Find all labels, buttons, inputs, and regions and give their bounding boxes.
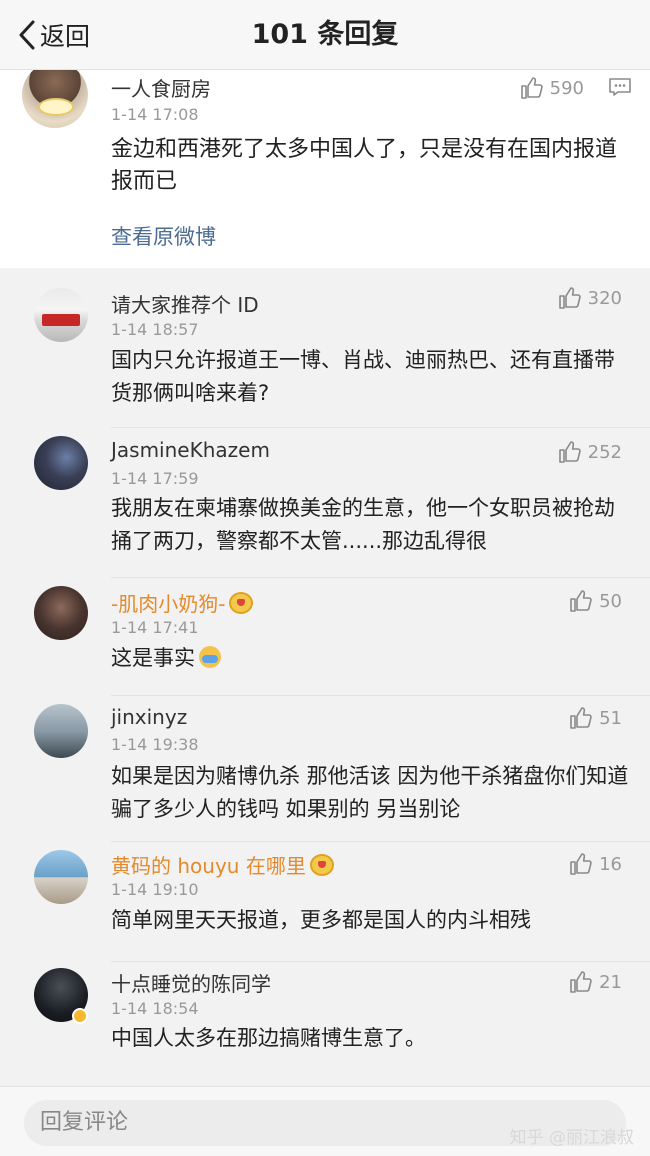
reply-text: 如果是因为赌博仇杀 那他活该 因为他干杀猪盘你们知道骗了多少人的钱吗 如果别的 … — [111, 764, 629, 821]
reply-text: 简单网里天天报道，更多都是国人的内斗相残 — [111, 908, 531, 932]
bottom-reply-bar: 回复评论 知乎 @丽江浪叔 — [0, 1086, 650, 1156]
thumbs-up-icon — [570, 853, 592, 875]
reply-text: 国内只允许报道王一博、肖战、迪丽热巴、还有直播带货那俩叫啥来着? — [111, 348, 615, 405]
timestamp: 1-14 18:57 — [111, 320, 199, 339]
timestamp: 1-14 17:08 — [111, 105, 199, 124]
like-count: 21 — [599, 971, 622, 993]
like-button[interactable]: 320 — [558, 286, 622, 310]
more-comment-icon — [609, 78, 631, 96]
timestamp: 1-14 17:41 — [111, 618, 199, 637]
timestamp: 1-14 18:54 — [111, 999, 199, 1018]
username-text: 黄码的 houyu 在哪里 — [111, 854, 306, 878]
reply-item: 请大家推荐个 ID 1-14 18:57 320 国内只允许报道王一博、肖战、迪… — [0, 278, 650, 428]
thumbs-up-icon — [570, 590, 592, 612]
page-title: 101 条回复 — [251, 19, 399, 50]
reply-item: 黄码的 houyu 在哪里 1-14 19:10 16 简单网里天天报道，更多都… — [0, 842, 650, 962]
reply-text-value: 这是事实 — [111, 646, 195, 670]
avatar[interactable] — [22, 70, 88, 128]
reply-item: 十点睡觉的陈同学 1-14 18:54 21 中国人太多在那边搞赌博生意了。 — [0, 962, 650, 1082]
thumbs-up-icon — [570, 971, 592, 993]
avatar[interactable] — [34, 586, 88, 640]
thumbs-up-icon — [558, 441, 581, 463]
verified-icon — [72, 1008, 88, 1024]
reply-item: JasmineKhazem 1-14 17:59 252 我朋友在柬埔寨做换美金… — [0, 428, 650, 578]
username[interactable]: -肌肉小奶狗- — [111, 588, 254, 617]
like-button[interactable]: 50 — [569, 589, 622, 613]
username[interactable]: JasmineKhazem — [111, 438, 270, 462]
avatar[interactable] — [34, 288, 88, 342]
timestamp: 1-14 19:38 — [111, 735, 199, 754]
like-button[interactable]: 51 — [569, 706, 622, 730]
top-nav-bar: 返回 101 条回复 — [0, 0, 650, 70]
like-count: 252 — [587, 441, 622, 463]
like-count: 50 — [599, 590, 622, 612]
thumbs-up-icon — [558, 287, 581, 309]
timestamp: 1-14 17:59 — [111, 469, 199, 488]
thumbs-up-icon — [570, 707, 592, 729]
like-count: 51 — [599, 707, 622, 729]
like-count: 590 — [549, 77, 584, 99]
emoji-icon — [199, 646, 221, 668]
comment-text: 金边和西港死了太多中国人了，只是没有在国内报道报而已 — [111, 137, 618, 194]
view-original-link[interactable]: 查看原微博 — [111, 221, 216, 251]
vip-badge-icon — [229, 592, 254, 614]
username-text: -肌肉小奶狗- — [111, 592, 226, 616]
vip-badge-icon — [309, 854, 334, 876]
like-button[interactable]: 16 — [569, 852, 622, 876]
username[interactable]: jinxinyz — [111, 705, 187, 729]
reply-item: -肌肉小奶狗- 1-14 17:41 50 这是事实 — [0, 578, 650, 696]
reply-item: jinxinyz 1-14 19:38 51 如果是因为赌博仇杀 那他活该 因为… — [0, 696, 650, 842]
thumbs-up-icon — [520, 77, 543, 99]
like-button[interactable]: 590 — [520, 76, 584, 100]
username[interactable]: 请大家推荐个 ID — [111, 289, 259, 318]
watermark: 知乎 @丽江浪叔 — [509, 1128, 634, 1148]
like-button[interactable]: 21 — [569, 970, 622, 994]
username[interactable]: 一人食厨房 — [111, 73, 211, 102]
like-count: 320 — [587, 287, 622, 309]
like-count: 16 — [599, 853, 622, 875]
timestamp: 1-14 19:10 — [111, 880, 199, 899]
reply-list: 请大家推荐个 ID 1-14 18:57 320 国内只允许报道王一博、肖战、迪… — [0, 278, 650, 1082]
username[interactable]: 十点睡觉的陈同学 — [111, 968, 271, 997]
reply-text: 我朋友在柬埔寨做换美金的生意，他一个女职员被抢劫捅了两刀，警察都不太管.....… — [111, 496, 615, 553]
username[interactable]: 黄码的 houyu 在哪里 — [111, 850, 334, 879]
like-button[interactable]: 252 — [558, 440, 622, 464]
avatar[interactable] — [34, 436, 88, 490]
main-comment: 一人食厨房 1-14 17:08 590 金边和西港死了太多中国人了，只是没有在… — [0, 70, 650, 268]
reply-text: 中国人太多在那边搞赌博生意了。 — [111, 1026, 426, 1050]
reply-text: 这是事实 — [111, 642, 631, 675]
more-comment-button[interactable] — [608, 77, 632, 97]
avatar[interactable] — [34, 850, 88, 904]
avatar[interactable] — [34, 704, 88, 758]
